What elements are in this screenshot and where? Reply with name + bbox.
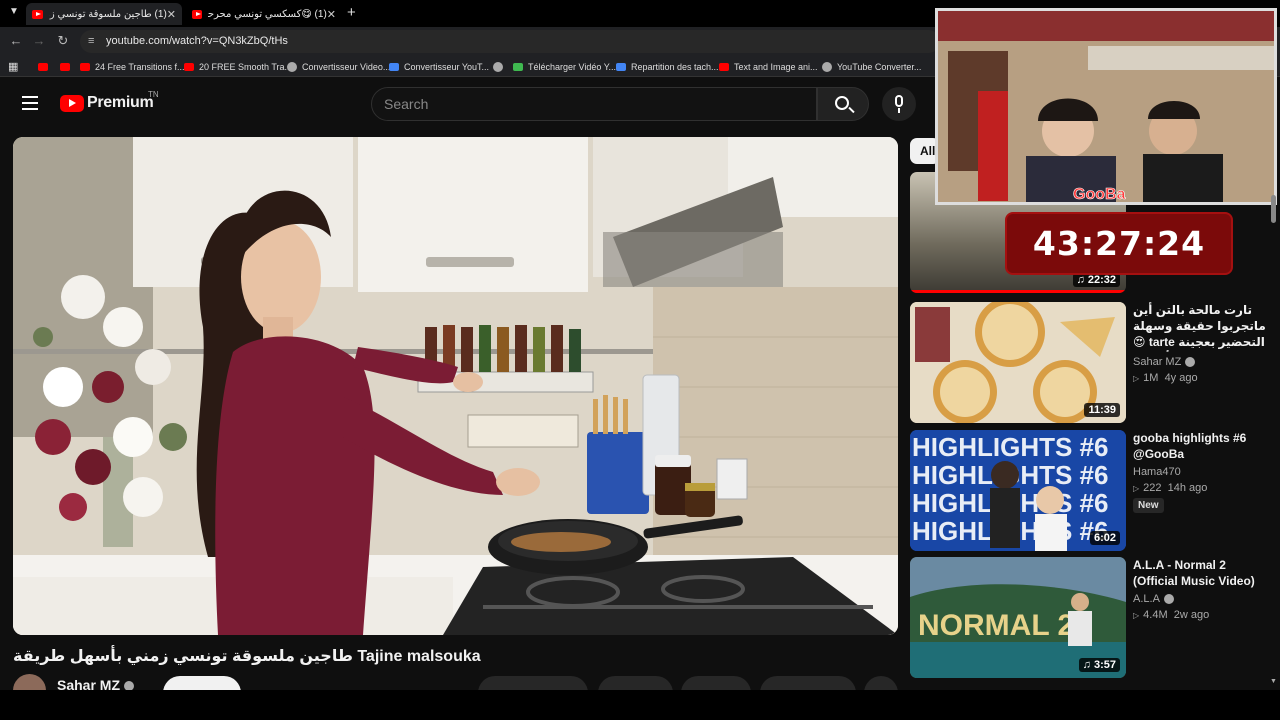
apps-grid-icon[interactable]: ▦ — [8, 59, 18, 74]
close-tab-icon[interactable]: ✕ — [327, 8, 336, 21]
card-meta: تارت مالحة بالتن أين ماتجربوا حقيقة وسهل… — [1133, 302, 1268, 384]
bookmark-item[interactable]: Convertisseur YouT... — [389, 59, 489, 74]
search-icon — [835, 96, 849, 110]
site-settings-icon[interactable]: ≡ — [88, 30, 94, 53]
bottom-bar — [0, 690, 1280, 720]
youtube-header: Premium TN Search — [0, 78, 935, 130]
card-title[interactable]: gooba highlights #6 @GooBa — [1133, 430, 1268, 462]
close-tab-icon[interactable]: ✕ — [167, 8, 176, 21]
card-title[interactable]: تارت مالحة بالتن أين ماتجربوا حقيقة وسهل… — [1133, 302, 1268, 352]
logo-word: Premium — [87, 94, 154, 111]
play-icon: ▷ — [1133, 484, 1140, 493]
forward-arrow-icon[interactable]: → — [31, 33, 47, 49]
youtube-favicon-icon — [32, 9, 43, 19]
video-thumbnail[interactable]: HIGHLIGHTS #6 HIGHLIGHTS #6 HIGHLIGHTS #… — [910, 430, 1126, 551]
search-button[interactable] — [817, 87, 869, 121]
verified-check-icon — [1185, 357, 1196, 368]
youtube-favicon-icon — [192, 9, 202, 19]
sidebar-scrollbar[interactable] — [1271, 195, 1276, 223]
video-duration: 11:39 — [1084, 403, 1120, 417]
bookmark-item[interactable]: 20 FREE Smooth Tra... — [184, 59, 292, 74]
bookmark-item[interactable]: Convertisseur Video... — [287, 59, 390, 74]
play-icon: ▷ — [1133, 611, 1140, 620]
tab-inactive[interactable]: (1) 😋كسكسي تونسي محرحر بالك ✕ — [186, 3, 342, 25]
tab-active[interactable]: (1) طاجين ملسوقة تونسي زمني ✕ — [26, 3, 182, 25]
video-frame-kitchen — [13, 137, 898, 635]
play-icon: ▷ — [1133, 374, 1140, 383]
back-arrow-icon[interactable]: ← — [8, 33, 24, 49]
reload-icon[interactable]: ↻ — [55, 33, 71, 49]
voice-search-button[interactable] — [882, 87, 916, 121]
card-title[interactable]: A.L.A - Normal 2 (Official Music Video) — [1133, 557, 1268, 589]
video-title: طاجين ملسوقة تونسي زمني بأسهل طريقة Taji… — [13, 648, 481, 665]
youtube-play-icon — [60, 94, 84, 112]
country-code: TN — [148, 90, 159, 99]
tab-search-chevron-icon[interactable]: ▼ — [9, 6, 19, 17]
card-stats: ▷ 222 14h ago — [1133, 482, 1208, 494]
search-input[interactable]: Search — [371, 87, 817, 121]
stream-timer: 43:27:24 — [1005, 212, 1233, 275]
video-player[interactable] — [13, 137, 898, 635]
webcam-overlay: GooBa — [935, 8, 1277, 205]
bookmark-item[interactable]: YouTube Converter... — [822, 59, 921, 74]
svg-text:NORMAL 2: NORMAL 2 — [918, 609, 1074, 642]
card-meta: A.L.A - Normal 2 (Official Music Video) … — [1133, 557, 1268, 621]
verified-check-icon — [1163, 594, 1174, 605]
new-tab-button[interactable]: + — [347, 4, 356, 21]
url-text: youtube.com/watch?v=QN3kZbQ/tHs — [106, 35, 288, 47]
card-stats: ▷ 4.4M 2w ago — [1133, 609, 1210, 621]
webcam-feed-image: GooBa — [938, 11, 1274, 202]
address-bar[interactable]: ≡ youtube.com/watch?v=QN3kZbQ/tHs — [80, 30, 940, 53]
video-duration: 6:02 — [1089, 531, 1120, 545]
card-channel[interactable]: Sahar MZ — [1133, 356, 1268, 368]
webcam-label: GooBa — [1073, 186, 1126, 202]
video-duration: ♫ 22:32 — [1072, 273, 1120, 287]
bookmark-item[interactable]: Repartition des tach... — [616, 59, 719, 74]
scroll-down-arrow-icon[interactable]: ▼ — [1270, 678, 1277, 685]
watch-progress-bar — [910, 290, 1126, 293]
hamburger-menu-icon[interactable] — [22, 96, 38, 110]
card-channel[interactable]: A.L.A — [1133, 593, 1268, 605]
card-meta: gooba highlights #6 @GooBa Hama470 ▷ 222 … — [1133, 430, 1268, 513]
microphone-icon — [895, 95, 903, 107]
card-stats: ▷ 1M 4y ago — [1133, 372, 1198, 384]
svg-text:HIGHLIGHTS #6: HIGHLIGHTS #6 — [912, 432, 1108, 462]
tab-title: (1) طاجين ملسوقة تونسي زمني — [49, 8, 167, 20]
card-channel[interactable]: Hama470 — [1133, 466, 1268, 478]
bookmark-item[interactable]: Text and Image ani... — [719, 59, 818, 74]
bookmark-youtube-icon[interactable] — [60, 59, 75, 74]
video-thumbnail[interactable]: 11:39 — [910, 302, 1126, 423]
video-thumbnail[interactable]: NORMAL 2 ♫ 3:57 — [910, 557, 1126, 678]
youtube-premium-logo[interactable]: Premium TN — [60, 90, 159, 112]
bookmark-item[interactable]: 24 Free Transitions f... — [80, 59, 185, 74]
tab-title: (1) 😋كسكسي تونسي محرحر بالك — [207, 8, 327, 20]
bookmark-globe-icon[interactable] — [493, 59, 508, 74]
video-duration: ♫ 3:57 — [1078, 658, 1120, 672]
new-badge: New — [1133, 498, 1164, 513]
bookmark-item[interactable]: Télécharger Vidéo Y... — [513, 59, 616, 74]
bookmark-youtube-icon[interactable] — [38, 59, 53, 74]
